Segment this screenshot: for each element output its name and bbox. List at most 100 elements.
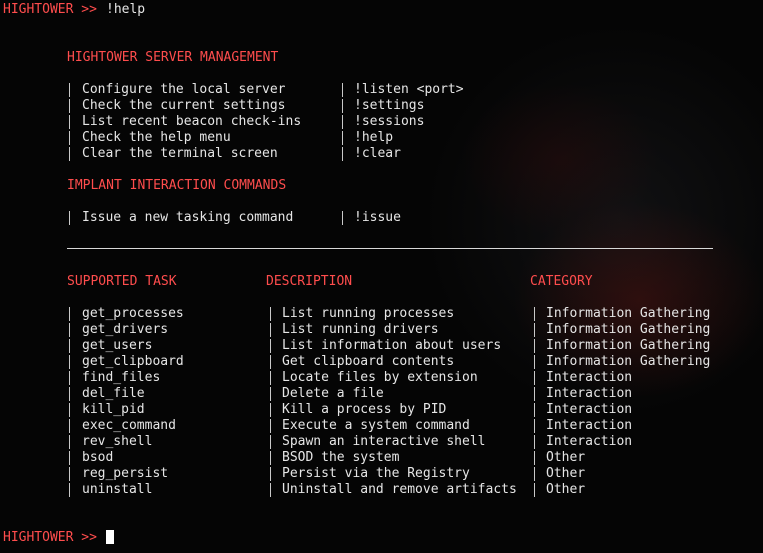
row-separator (534, 419, 535, 433)
server-command-description: Clear the terminal screen (82, 146, 278, 161)
row-separator (534, 371, 535, 385)
task-description: Uninstall and remove artifacts (282, 482, 517, 497)
task-category: Interaction (546, 402, 633, 417)
task-name: get_clipboard (82, 354, 184, 369)
task-category: Information Gathering (546, 322, 711, 337)
task-description: Delete a file (282, 386, 384, 401)
task-category: Other (546, 466, 586, 481)
task-description: Persist via the Registry (282, 466, 470, 481)
task-description: Spawn an interactive shell (282, 434, 486, 449)
task-category: Other (546, 450, 586, 465)
server-command-description: Check the current settings (82, 98, 286, 113)
row-separator (342, 115, 343, 129)
input-prompt-label: HIGHTOWER >> (3, 530, 97, 545)
row-separator (69, 371, 70, 385)
server-command-description: List recent beacon check-ins (82, 114, 302, 129)
task-name: bsod (82, 450, 114, 465)
task-category: Information Gathering (546, 354, 711, 369)
task-description: Kill a process by PID (282, 402, 447, 417)
row-separator (342, 83, 343, 97)
task-category: Interaction (546, 386, 633, 401)
row-separator (534, 339, 535, 353)
row-separator (69, 323, 70, 337)
row-separator (534, 323, 535, 337)
column-header-description: DESCRIPTION (266, 274, 353, 289)
server-command: !settings (354, 98, 425, 113)
task-description: Execute a system command (282, 418, 470, 433)
row-separator (342, 147, 343, 161)
task-name: get_drivers (82, 322, 169, 337)
row-separator (534, 403, 535, 417)
row-separator (534, 387, 535, 401)
task-category: Interaction (546, 370, 633, 385)
row-separator (69, 307, 70, 321)
row-separator (534, 483, 535, 497)
row-separator (69, 435, 70, 449)
server-command: !clear (354, 146, 401, 161)
row-separator (270, 387, 271, 401)
row-separator (69, 147, 70, 161)
row-separator (69, 403, 70, 417)
task-category: Information Gathering (546, 306, 711, 321)
column-header-task: SUPPORTED TASK (67, 274, 177, 289)
task-name: get_processes (82, 306, 184, 321)
implant-section-title: IMPLANT INTERACTION COMMANDS (67, 178, 287, 193)
task-name: get_users (82, 338, 153, 353)
server-command: !help (354, 130, 394, 145)
row-separator (270, 451, 271, 465)
row-separator (69, 387, 70, 401)
column-header-category: CATEGORY (530, 274, 593, 289)
server-section-title: HIGHTOWER SERVER MANAGEMENT (67, 50, 279, 65)
row-separator (69, 115, 70, 129)
row-separator (270, 339, 271, 353)
row-separator (69, 419, 70, 433)
task-name: find_files (82, 370, 161, 385)
row-separator (270, 355, 271, 369)
row-separator (534, 435, 535, 449)
implant-command: !issue (354, 210, 401, 225)
row-separator (270, 403, 271, 417)
task-category: Information Gathering (546, 338, 711, 353)
row-separator (69, 451, 70, 465)
task-description: List information about users (282, 338, 502, 353)
server-command: !sessions (354, 114, 425, 129)
task-category: Interaction (546, 434, 633, 449)
row-separator (69, 211, 70, 225)
terminal-window[interactable]: HIGHTOWER >> !help HIGHTOWER SERVER MANA… (0, 0, 763, 553)
row-separator (270, 483, 271, 497)
row-separator (534, 467, 535, 481)
row-separator (342, 99, 343, 113)
row-separator (69, 355, 70, 369)
section-divider (67, 248, 713, 249)
row-separator (342, 131, 343, 145)
server-command-description: Check the help menu (82, 130, 231, 145)
task-description: Locate files by extension (282, 370, 478, 385)
task-name: exec_command (82, 418, 176, 433)
row-separator (69, 83, 70, 97)
entered-command: !help (106, 2, 146, 17)
task-description: Get clipboard contents (282, 354, 455, 369)
row-separator (69, 339, 70, 353)
row-separator (69, 483, 70, 497)
row-separator (270, 419, 271, 433)
implant-command-description: Issue a new tasking command (82, 210, 294, 225)
row-separator (270, 323, 271, 337)
row-separator (69, 99, 70, 113)
terminal-cursor[interactable] (106, 530, 114, 544)
row-separator (270, 371, 271, 385)
task-description: BSOD the system (282, 450, 400, 465)
row-separator (69, 467, 70, 481)
row-separator (270, 307, 271, 321)
task-category: Other (546, 482, 586, 497)
row-separator (270, 467, 271, 481)
server-command: !listen <port> (354, 82, 464, 97)
task-name: reg_persist (82, 466, 169, 481)
task-description: List running drivers (282, 322, 439, 337)
task-name: rev_shell (82, 434, 153, 449)
task-name: del_file (82, 386, 145, 401)
prompt-label: HIGHTOWER >> (3, 2, 97, 17)
task-name: kill_pid (82, 402, 145, 417)
server-command-description: Configure the local server (82, 82, 286, 97)
task-description: List running processes (282, 306, 455, 321)
row-separator (534, 307, 535, 321)
